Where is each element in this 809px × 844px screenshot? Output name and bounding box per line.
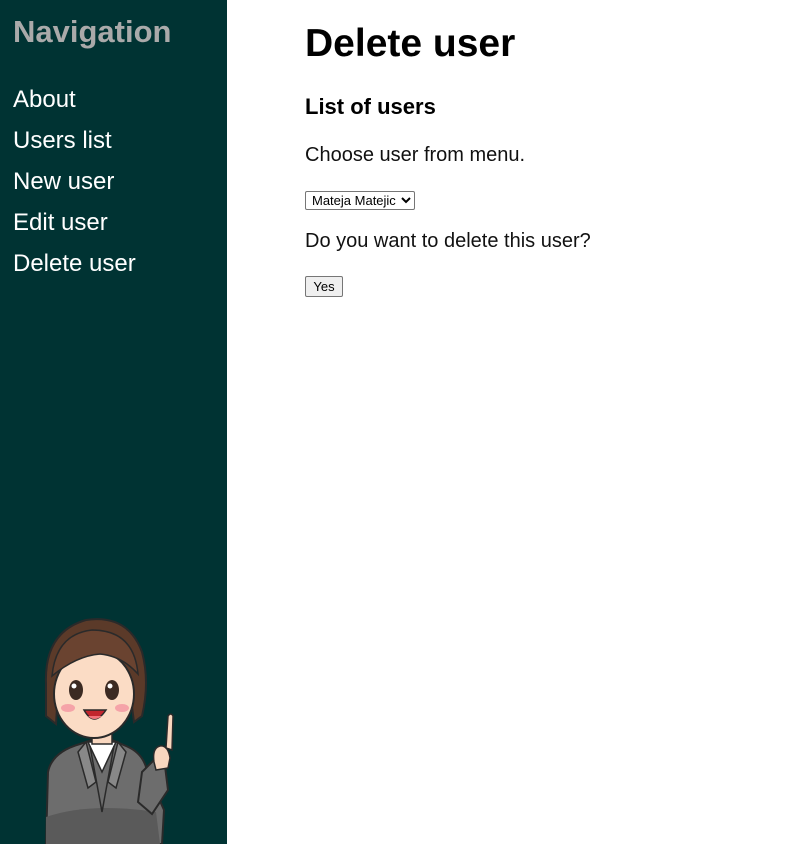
page-title: Delete user [305, 22, 516, 65]
nav-link-new-user[interactable]: New user [13, 168, 114, 195]
nav-title: Navigation [13, 14, 172, 49]
delete-question: Do you want to delete this user? [305, 230, 591, 252]
section-title: List of users [305, 94, 436, 119]
nav-list: About Users list New user Edit user Dele… [13, 83, 136, 288]
nav-link-about[interactable]: About [13, 86, 76, 113]
yes-button[interactable]: Yes [305, 276, 343, 297]
nav-item-edit-user: Edit user [13, 206, 136, 247]
nav-item-delete-user: Delete user [13, 247, 136, 288]
instruction-text: Choose user from menu. [305, 144, 526, 166]
nav-link-delete-user[interactable]: Delete user [13, 250, 136, 277]
nav-link-users-list[interactable]: Users list [13, 127, 112, 154]
nav-item-users-list: Users list [13, 124, 136, 165]
mascot-woman-pointing-icon [30, 612, 190, 844]
nav-link-edit-user[interactable]: Edit user [13, 209, 108, 236]
mascot-illustration [44, 618, 174, 844]
nav-item-about: About [13, 83, 136, 124]
user-select[interactable]: Mateja Matejic [305, 191, 415, 210]
sidebar: Navigation About Users list New user Edi… [0, 0, 227, 844]
nav-item-new-user: New user [13, 165, 136, 206]
